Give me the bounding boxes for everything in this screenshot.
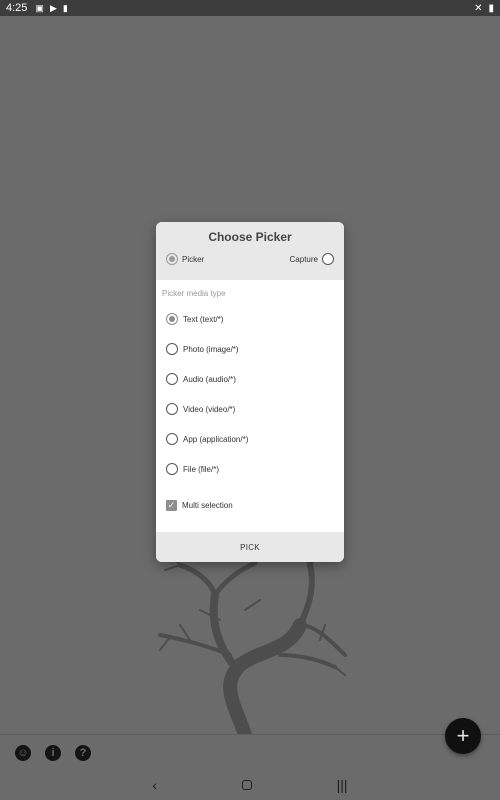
capture-mode-radio[interactable]	[322, 253, 334, 265]
nav-home-button[interactable]	[241, 780, 252, 790]
media-type-list: Text (text/*) Photo (image/*) Audio (aud…	[156, 304, 344, 484]
play-store-icon: ▶	[49, 2, 57, 13]
media-type-label: Photo (image/*)	[183, 344, 239, 354]
mute-icon: ✕	[474, 2, 483, 14]
tree-illustration	[158, 555, 347, 735]
add-fab-button[interactable]: +	[445, 718, 481, 754]
media-type-file[interactable]: File (file/*)	[166, 454, 344, 484]
info-icon[interactable]: i	[45, 744, 61, 761]
bottom-app-bar: ☺ i ?	[0, 734, 500, 770]
capture-mode-option[interactable]: Capture	[290, 253, 334, 265]
multi-selection-checkbox[interactable]: ✓	[166, 499, 177, 511]
status-time: 4:25	[6, 2, 28, 14]
media-type-radio[interactable]	[166, 403, 178, 415]
dialog-header: Choose Picker Picker Capture	[156, 222, 344, 280]
system-nav-bar: ‹ |||	[0, 770, 500, 800]
battery-icon: ▮	[488, 2, 494, 14]
nav-back-button[interactable]: ‹	[152, 777, 157, 793]
media-type-photo[interactable]: Photo (image/*)	[166, 334, 344, 364]
help-icon[interactable]: ?	[75, 744, 91, 761]
sd-card-icon: ▮	[62, 2, 68, 13]
face-icon[interactable]: ☺	[15, 744, 31, 761]
capture-mode-label: Capture	[289, 254, 318, 264]
media-type-radio[interactable]	[166, 373, 178, 385]
multi-selection-label: Multi selection	[182, 500, 233, 510]
media-type-section-label: Picker media type	[162, 289, 226, 298]
media-type-label: Audio (audio/*)	[183, 374, 236, 384]
media-type-radio[interactable]	[166, 433, 178, 445]
media-type-radio[interactable]	[166, 463, 178, 475]
picker-mode-label: Picker	[182, 254, 205, 264]
media-type-label: Video (video/*)	[183, 404, 236, 414]
media-type-label: File (file/*)	[183, 464, 220, 474]
status-bar: 4:25 ▣ ▶ ▮ ✕ ▮	[0, 0, 500, 16]
dialog-title: Choose Picker	[208, 230, 292, 244]
media-type-video[interactable]: Video (video/*)	[166, 394, 344, 424]
multi-selection-option[interactable]: ✓ Multi selection	[156, 490, 344, 520]
media-type-app[interactable]: App (application/*)	[166, 424, 344, 454]
media-type-radio[interactable]	[166, 313, 178, 325]
nav-recents-button[interactable]: |||	[337, 777, 348, 793]
pick-button-label: PICK	[240, 542, 260, 552]
plus-icon: +	[456, 723, 470, 748]
mode-selector: Picker Capture	[156, 253, 344, 265]
media-type-audio[interactable]: Audio (audio/*)	[166, 364, 344, 394]
media-type-text[interactable]: Text (text/*)	[166, 304, 344, 334]
media-type-radio[interactable]	[166, 343, 178, 355]
image-icon: ▣	[35, 2, 44, 13]
picker-mode-radio[interactable]	[166, 253, 178, 265]
media-type-label: App (application/*)	[183, 434, 249, 444]
picker-mode-option[interactable]: Picker	[166, 253, 204, 265]
choose-picker-dialog: Choose Picker Picker Capture Picker medi…	[156, 222, 344, 562]
media-type-label: Text (text/*)	[183, 314, 224, 324]
pick-button[interactable]: PICK	[156, 532, 344, 562]
